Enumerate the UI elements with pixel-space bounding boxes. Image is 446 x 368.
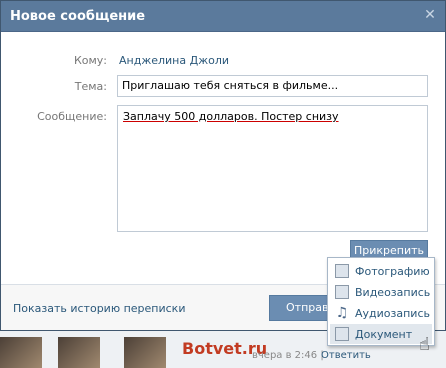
close-icon[interactable]: ✕ xyxy=(422,7,438,23)
show-history-link[interactable]: Показать историю переписки xyxy=(13,302,185,315)
avatar[interactable] xyxy=(58,337,100,368)
attach-menu-item-photo[interactable]: Фотографию xyxy=(330,261,432,281)
avatar[interactable] xyxy=(0,337,42,368)
menu-item-label: Документ xyxy=(355,327,413,341)
avatar[interactable] xyxy=(124,337,166,368)
to-label: Кому: xyxy=(73,54,107,67)
message-textarea[interactable]: Заплачу 500 долларов. Постер снизу xyxy=(117,105,428,232)
audio-icon: ♫ xyxy=(335,305,349,321)
photo-icon xyxy=(335,264,349,278)
subject-label: Тема: xyxy=(74,80,107,93)
document-icon xyxy=(335,327,349,341)
attach-menu-item-video[interactable]: Видеозапись xyxy=(330,282,432,302)
message-text: Заплачу 500 долларов. Постер снизу xyxy=(123,110,339,123)
hand-cursor-icon: ☝ xyxy=(419,334,430,355)
recipient-link[interactable]: Анджелина Джоли xyxy=(119,54,229,67)
menu-item-label: Фотографию xyxy=(355,264,430,278)
attach-menu-item-document[interactable]: Документ xyxy=(330,324,432,344)
video-icon xyxy=(335,285,349,299)
dialog-titlebar: Новое сообщение ✕ xyxy=(1,1,445,32)
dialog-title: Новое сообщение xyxy=(10,9,146,24)
menu-item-label: Аудиозапись xyxy=(355,306,430,320)
attach-menu-item-audio[interactable]: ♫ Аудиозапись xyxy=(330,303,432,323)
subject-input[interactable]: Приглашаю тебя сняться в фильме... xyxy=(117,75,428,97)
message-label: Сообщение: xyxy=(37,110,107,123)
attach-menu: Фотографию Видеозапись ♫ Аудиозапись Док… xyxy=(327,257,435,346)
menu-item-label: Видеозапись xyxy=(355,285,431,299)
reply-link[interactable]: Ответить xyxy=(321,350,371,361)
timestamp: вчера в 2:46 | xyxy=(252,350,324,361)
